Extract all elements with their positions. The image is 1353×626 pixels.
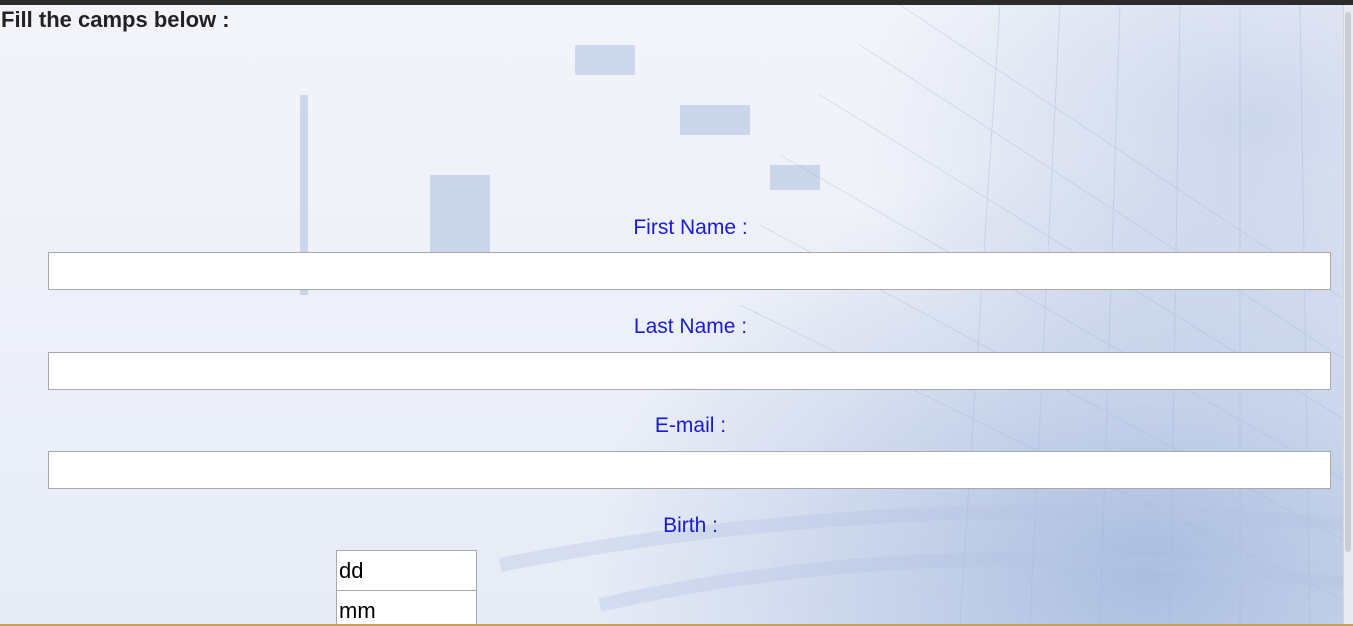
last-name-input[interactable] xyxy=(48,352,1331,390)
scrollbar-thumb[interactable] xyxy=(1345,12,1351,552)
email-label: E-mail : xyxy=(654,414,727,437)
first-name-input[interactable] xyxy=(48,252,1331,290)
email-input[interactable] xyxy=(48,451,1331,489)
last-name-label: Last Name : xyxy=(633,315,748,338)
first-name-label: First Name : xyxy=(633,216,748,239)
page-heading: Fill the camps below : xyxy=(1,7,230,32)
birth-month-input[interactable] xyxy=(336,590,477,626)
birth-label: Birth : xyxy=(663,514,718,537)
birth-day-input[interactable] xyxy=(336,550,477,591)
